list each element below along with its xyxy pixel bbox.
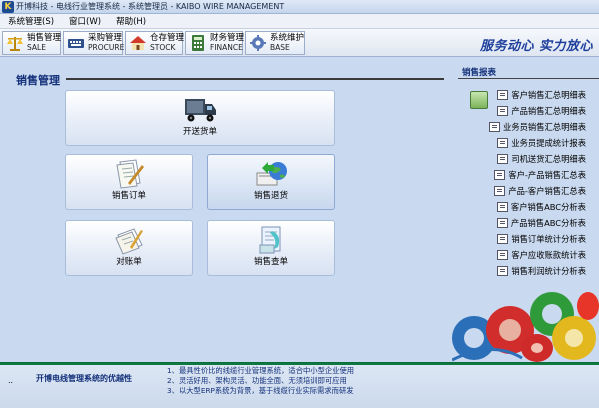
gear-icon <box>250 35 266 51</box>
report-icon <box>496 218 508 228</box>
report-icon <box>497 154 509 164</box>
sale-module-button[interactable]: 销售管理 SALE <box>2 31 61 55</box>
report-item-profit-analysis[interactable]: 销售利润统计分析表 <box>497 265 586 277</box>
globe-arrow-icon <box>256 162 287 186</box>
report-item-salesman-commission[interactable]: 业务员提成统计报表 <box>497 137 586 149</box>
footer-divider <box>0 363 599 365</box>
menu-window[interactable]: 窗口(W) <box>61 15 108 27</box>
sales-order-button[interactable]: 销售订单 <box>65 154 193 210</box>
report-item-product-sales-detail[interactable]: 产品销售汇总明细表 <box>497 105 586 117</box>
advantages-title: 开博电线管理系统的优越性 <box>36 374 132 383</box>
section-divider <box>66 78 444 80</box>
calculator-icon <box>192 35 204 51</box>
app-logo-icon: K <box>2 0 14 13</box>
sales-return-button[interactable]: 销售退货 <box>207 154 335 210</box>
stock-module-button[interactable]: 仓存管理 STOCK <box>125 31 185 55</box>
base-module-sublabel: BASE <box>270 43 290 52</box>
report-icon <box>494 186 506 196</box>
report-item-product-customer-summary[interactable]: 产品-客户销售汇总表 <box>494 185 586 197</box>
scale-icon <box>7 37 23 51</box>
advantage-line-2: 2、灵活好用、架构灵活、功能全面、无须培训即可应用 <box>167 376 347 385</box>
procure-module-label: 采购管理 <box>88 33 123 43</box>
report-item-salesman-sales-detail[interactable]: 业务员销售汇总明细表 <box>489 121 586 133</box>
report-label: 业务员提成统计报表 <box>511 138 586 148</box>
report-label: 产品销售汇总明细表 <box>511 106 586 116</box>
report-label: 客户应收账款统计表 <box>511 250 586 260</box>
stock-module-label: 仓存管理 <box>150 33 185 43</box>
report-item-customer-product-summary[interactable]: 客户-产品销售汇总表 <box>494 169 586 181</box>
finance-module-button[interactable]: 财务管理 FINANCE <box>185 31 245 55</box>
sales-return-label: 销售退货 <box>253 191 288 201</box>
base-module-label: 系统维护 <box>270 33 305 43</box>
title-bar: K 开博科技 - 电线行业管理系统 - 系统管理员 - KAIBO WIRE M… <box>0 0 599 14</box>
report-icon <box>494 170 506 180</box>
report-label: 产品-客户销售汇总表 <box>508 186 586 196</box>
base-module-button[interactable]: 系统维护 BASE <box>245 31 305 55</box>
sales-query-label: 销售查单 <box>253 257 288 267</box>
report-label: 司机送货汇总明细表 <box>511 154 586 164</box>
statement-button[interactable]: 对账单 <box>65 220 193 276</box>
house-icon <box>130 36 146 50</box>
report-icon <box>489 122 501 132</box>
cable-spools-image <box>452 292 599 362</box>
report-item-receivables[interactable]: 客户应收账款统计表 <box>497 249 586 261</box>
sale-module-label: 销售管理 <box>27 33 62 43</box>
main-panel: 销售管理 开送货单 销售订单 销售退货 对账单 销售查单 销售报表 客户销售汇总… <box>0 58 599 362</box>
report-icon <box>496 202 508 212</box>
report-label: 销售订单统计分析表 <box>511 234 586 244</box>
report-item-driver-delivery[interactable]: 司机送货汇总明细表 <box>497 153 586 165</box>
report-icon <box>497 234 509 244</box>
advantage-line-1: 1、最具性价比的线缆行业管理系统，适合中小型企业使用 <box>167 366 355 375</box>
report-label: 客户-产品销售汇总表 <box>508 170 586 180</box>
menu-system[interactable]: 系统管理(S) <box>0 15 61 27</box>
report-item-customer-abc[interactable]: 客户销售ABC分析表 <box>496 201 586 213</box>
footer-panel: .. 开博电线管理系统的优越性 1、最具性价比的线缆行业管理系统，适合中小型企业… <box>0 362 599 408</box>
sales-query-button[interactable]: 销售查单 <box>207 220 335 276</box>
report-icon <box>497 90 509 100</box>
window-title: 开博科技 - 电线行业管理系统 - 系统管理员 - KAIBO WIRE MAN… <box>16 2 285 11</box>
finance-module-label: 财务管理 <box>210 33 245 43</box>
reports-divider <box>458 78 599 79</box>
menu-bar: 系统管理(S) 窗口(W) 帮助(H) <box>0 14 599 29</box>
search-document-icon <box>259 226 281 254</box>
truck-icon <box>185 99 216 122</box>
report-icon <box>497 106 509 116</box>
reports-title: 销售报表 <box>462 68 497 78</box>
menu-help[interactable]: 帮助(H) <box>108 15 153 27</box>
procure-module-button[interactable]: 采购管理 PROCURE <box>63 31 125 55</box>
section-title: 销售管理 <box>16 74 60 87</box>
report-book-icon <box>470 91 488 109</box>
delivery-order-button[interactable]: 开送货单 <box>65 90 335 146</box>
keyboard-icon <box>68 39 84 48</box>
procure-module-sublabel: PROCURE <box>88 43 125 52</box>
report-item-order-statistics[interactable]: 销售订单统计分析表 <box>497 233 586 245</box>
report-item-product-abc[interactable]: 产品销售ABC分析表 <box>496 217 586 229</box>
report-item-customer-sales-detail[interactable]: 客户销售汇总明细表 <box>497 89 586 101</box>
report-icon <box>497 138 509 148</box>
document-pen-icon <box>116 159 144 189</box>
report-label: 产品销售ABC分析表 <box>510 218 586 228</box>
statement-label: 对账单 <box>116 257 142 267</box>
advantage-line-3: 3、以大型ERP系统为背景，基于线缆行业实际需求而研发 <box>167 386 354 395</box>
report-icon <box>497 250 509 260</box>
report-label: 销售利润统计分析表 <box>511 266 586 276</box>
report-label: 业务员销售汇总明细表 <box>503 122 586 132</box>
report-label: 客户销售ABC分析表 <box>510 202 586 212</box>
company-slogan: 服务动心 实力放心 <box>479 39 593 54</box>
sale-module-sublabel: SALE <box>27 43 46 52</box>
papers-pen-icon <box>115 228 143 255</box>
finance-module-sublabel: FINANCE <box>210 43 243 52</box>
delivery-order-label: 开送货单 <box>182 127 217 137</box>
footer-dots: .. <box>8 376 14 385</box>
report-icon <box>497 266 509 276</box>
sales-order-label: 销售订单 <box>111 191 146 201</box>
report-label: 客户销售汇总明细表 <box>511 90 586 100</box>
stock-module-sublabel: STOCK <box>150 43 176 52</box>
